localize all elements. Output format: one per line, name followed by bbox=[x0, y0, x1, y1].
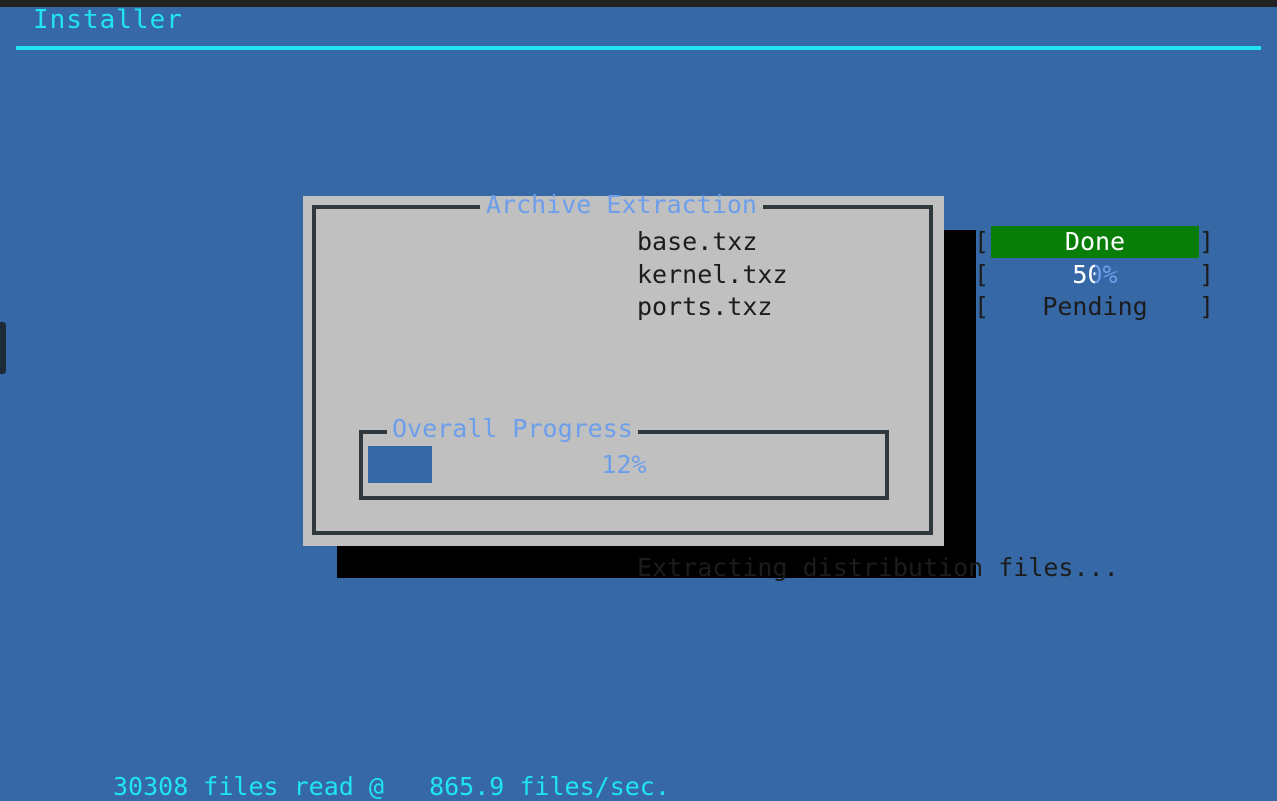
gauge-bracket-left: [ bbox=[974, 260, 990, 289]
archive-row-base: base.txz [ Done ] bbox=[303, 226, 1214, 258]
archive-progress-gauge: Done bbox=[991, 226, 1199, 258]
header-divider bbox=[16, 46, 1261, 50]
installer-screen: Installer Archive Extraction base.txz [ … bbox=[0, 0, 1277, 801]
gauge-bracket-right: ] bbox=[1199, 260, 1215, 289]
extraction-status-text: Extracting distribution files... bbox=[637, 553, 1119, 582]
dialog-title: Archive Extraction bbox=[480, 192, 763, 217]
gauge-bracket-right: ] bbox=[1199, 292, 1215, 321]
archive-progress-gauge: Pending bbox=[991, 291, 1199, 323]
gauge-label: Done bbox=[1064, 227, 1126, 256]
archive-extraction-dialog: Archive Extraction base.txz [ Done ] ker… bbox=[303, 192, 1214, 582]
archive-row-ports: ports.txz [ Pending ] bbox=[303, 291, 1214, 323]
overall-progress-group: Overall Progress 12% bbox=[359, 416, 889, 500]
gauge-label-filled-overlay: 50% bbox=[991, 259, 1095, 291]
left-edge-shadow-sliver bbox=[0, 322, 6, 374]
page-title: Installer bbox=[33, 5, 183, 35]
archive-name: ports.txz bbox=[637, 292, 773, 321]
archive-name: kernel.txz bbox=[637, 260, 788, 289]
top-dark-strip bbox=[0, 0, 1277, 7]
gauge-label: Pending bbox=[1042, 292, 1148, 321]
archive-progress-gauge: 50% 50% bbox=[991, 259, 1199, 291]
archive-name: base.txz bbox=[637, 227, 758, 256]
overall-progress-legend: Overall Progress bbox=[387, 416, 638, 441]
gauge-bracket-left: [ bbox=[974, 292, 990, 321]
gauge-bracket-right: ] bbox=[1199, 227, 1215, 256]
gauge-label-filled-text: 50% bbox=[1072, 260, 1095, 289]
gauge-bracket-left: [ bbox=[974, 227, 990, 256]
archive-row-kernel: kernel.txz [ 50% 50% ] bbox=[303, 259, 1214, 291]
overall-progress-percent: 12% bbox=[601, 450, 647, 479]
files-read-counter: 30308 files read @ 865.9 files/sec. bbox=[113, 772, 670, 801]
